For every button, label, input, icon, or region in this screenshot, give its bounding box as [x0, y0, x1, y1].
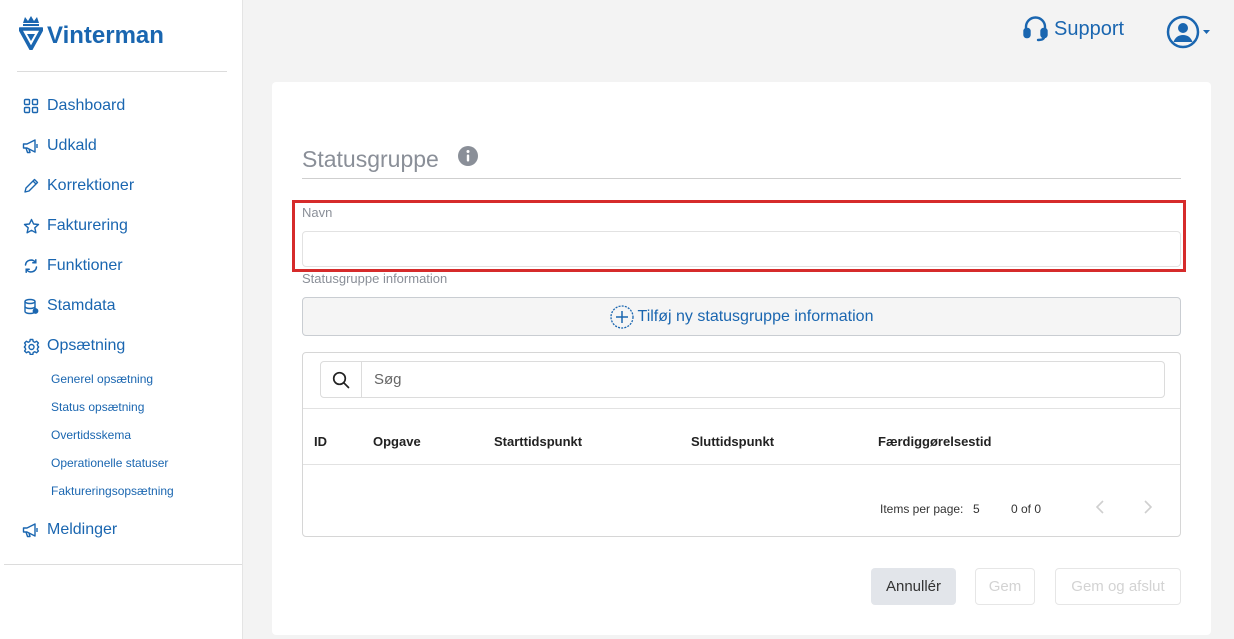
sidebar-item-funktioner[interactable]: Funktioner	[22, 255, 123, 277]
sidebar-item-udkald[interactable]: Udkald	[22, 135, 97, 157]
sidebar-item-label: Korrektioner	[47, 177, 135, 194]
divider	[303, 408, 1180, 409]
refresh-icon	[22, 257, 40, 275]
support-label: Support	[1054, 17, 1125, 40]
chevron-right-icon[interactable]	[1143, 499, 1153, 515]
add-statusgruppe-information-button[interactable]: Tilføj ny statusgruppe information	[302, 297, 1181, 336]
app-logo[interactable]: Vinterman	[19, 14, 164, 50]
highlight-box	[292, 200, 1186, 272]
caret-down-icon	[1203, 30, 1210, 34]
sidebar-item-fakturering[interactable]: Fakturering	[22, 215, 128, 237]
gear-icon	[22, 337, 40, 355]
column-header-sluttidspunkt[interactable]: Sluttidspunkt	[691, 434, 774, 449]
crown-shield-icon	[19, 16, 43, 50]
statusgruppe-table: ID Opgave Starttidspunkt Sluttidspunkt F…	[302, 352, 1181, 537]
divider	[4, 564, 242, 565]
star-icon	[22, 217, 40, 235]
search-input[interactable]	[362, 362, 1164, 397]
chevron-left-icon[interactable]	[1095, 499, 1105, 515]
column-header-faerdiggoerelsestid[interactable]: Færdiggørelsestid	[878, 434, 991, 449]
pencil-icon	[22, 177, 40, 195]
items-per-page-select[interactable]: 5	[973, 502, 980, 516]
page-title: Statusgruppe	[302, 146, 439, 172]
column-header-starttidspunkt[interactable]: Starttidspunkt	[494, 434, 582, 449]
sidebar-item-meldinger[interactable]: Meldinger	[22, 519, 117, 541]
sidebar-subitem-status-opsaetning[interactable]: Status opsætning	[51, 399, 144, 415]
add-button-label: Tilføj ny statusgruppe information	[637, 307, 874, 325]
column-header-opgave[interactable]: Opgave	[373, 434, 421, 449]
sidebar-item-label: Funktioner	[47, 257, 123, 274]
sidebar-item-stamdata[interactable]: Stamdata	[22, 295, 115, 317]
sidebar-item-label: Opsætning	[47, 337, 126, 354]
sidebar-item-korrektioner[interactable]: Korrektioner	[22, 175, 134, 197]
pagination-range: 0 of 0	[1011, 502, 1042, 516]
user-avatar-icon	[1166, 15, 1200, 49]
grid-icon	[22, 97, 40, 115]
save-and-close-button[interactable]: Gem og afslut	[1055, 568, 1181, 605]
sidebar-item-label: Udkald	[47, 137, 97, 154]
support-link[interactable]: Support	[1023, 16, 1124, 42]
sidebar-item-opsaetning[interactable]: Opsætning	[22, 335, 125, 357]
headset-icon	[1023, 16, 1048, 42]
sidebar-subitem-overtidsskema[interactable]: Overtidsskema	[51, 427, 131, 443]
info-icon[interactable]	[458, 146, 478, 166]
sidebar-item-label: Meldinger	[47, 521, 118, 538]
divider	[302, 178, 1181, 179]
sidebar-subitem-faktureringsopsaetning[interactable]: Faktureringsopsætning	[51, 483, 174, 499]
database-icon	[22, 297, 40, 315]
column-header-id[interactable]: ID	[314, 434, 327, 449]
sidebar-item-label: Stamdata	[47, 297, 116, 314]
megaphone-icon	[22, 521, 40, 539]
sidebar: Vinterman Dashboard Udkald Korrektioner	[0, 0, 243, 639]
plus-circle-icon	[609, 304, 634, 329]
save-button[interactable]: Gem	[975, 568, 1035, 605]
table-search	[320, 361, 1165, 398]
statusgruppe-information-label: Statusgruppe information	[302, 271, 448, 286]
search-icon[interactable]	[321, 362, 362, 397]
sidebar-item-label: Fakturering	[47, 217, 128, 234]
items-per-page-label: Items per page:	[880, 502, 964, 516]
cancel-button[interactable]: Annullér	[871, 568, 956, 605]
app-name: Vinterman	[47, 22, 164, 49]
sidebar-item-dashboard[interactable]: Dashboard	[22, 95, 125, 117]
sidebar-item-label: Dashboard	[47, 97, 126, 114]
megaphone-icon	[22, 137, 40, 155]
sidebar-subitem-operationelle-statuser[interactable]: Operationelle statuser	[51, 455, 168, 471]
divider	[303, 464, 1180, 465]
sidebar-subitem-generel-opsaetning[interactable]: Generel opsætning	[51, 371, 153, 387]
divider	[17, 71, 227, 72]
user-menu[interactable]	[1166, 15, 1211, 49]
